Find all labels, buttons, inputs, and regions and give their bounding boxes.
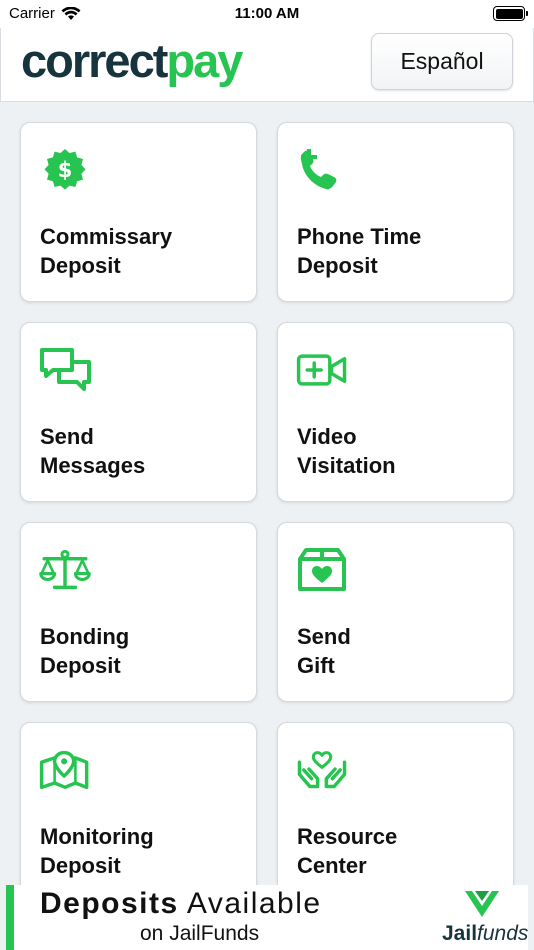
language-toggle-button[interactable]: Español [371,33,513,90]
jailfunds-checkmark-logo-icon [465,891,499,917]
svg-text:$: $ [58,158,73,182]
tile-label: Send Messages [40,424,146,478]
scales-icon [39,549,91,590]
app-header: correctpay Español [0,28,534,102]
chat-bubbles-icon [40,348,91,391]
phone-plus-icon [300,149,337,190]
wordmark-part-funds: funds [477,922,528,945]
tile-label: Bonding Deposit [40,624,130,678]
battery-icon [493,6,528,21]
banner-subline: on JailFunds [140,922,260,945]
send-messages-tile[interactable]: Send Messages [20,322,257,502]
tile-label: Resource Center [297,824,398,878]
logo-part-pay: pay [166,34,243,87]
map-pin-icon [39,750,89,790]
commissary-deposit-tile[interactable]: $ Commissary Deposit [20,122,257,302]
tile-label: Monitoring Deposit [40,824,154,878]
banner-headline-rest: Available [186,887,322,920]
tile-label: Send Gift [297,624,351,678]
status-time: 11:00 AM [234,5,300,22]
logo-part-correct: correct [21,34,168,87]
banner-headline-strong: Deposits [40,887,179,920]
video-visitation-tile[interactable]: Video Visitation [277,322,514,502]
video-plus-icon [296,354,347,386]
status-bar: Carrier 11:00 AM [0,0,534,28]
tile-label: Phone Time Deposit [297,224,422,278]
wordmark-part-jail: Jail [442,922,478,945]
banner-headline: Deposits Available [40,887,322,921]
correctpay-logo: correctpay [21,34,243,88]
jailfunds-promo-banner[interactable]: Deposits Available on JailFunds Jailfund… [6,885,528,950]
tile-label: Video Visitation [297,424,396,478]
gift-box-heart-icon [298,548,346,591]
hands-heart-icon [297,751,347,789]
send-gift-tile[interactable]: Send Gift [277,522,514,702]
tile-label: Commissary Deposit [40,224,173,278]
jailfunds-wordmark: Jailfunds [442,922,528,946]
resource-center-tile[interactable]: Resource Center [277,722,514,902]
monitoring-deposit-tile[interactable]: Monitoring Deposit [20,722,257,902]
phone-time-deposit-tile[interactable]: Phone Time Deposit [277,122,514,302]
bonding-deposit-tile[interactable]: Bonding Deposit [20,522,257,702]
dollar-badge-icon: $ [44,149,86,190]
